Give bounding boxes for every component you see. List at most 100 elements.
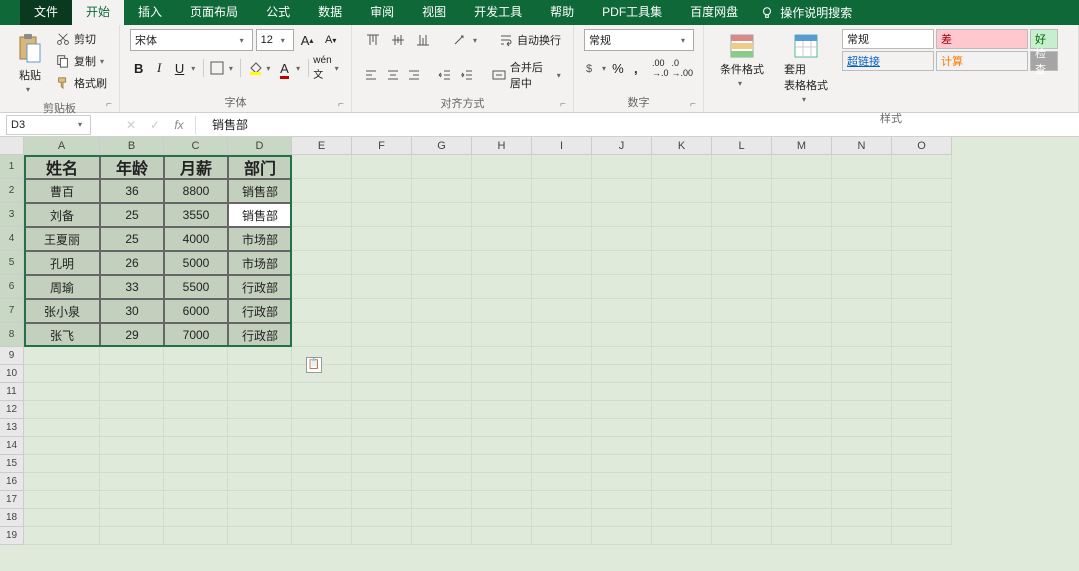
cell[interactable]	[652, 275, 712, 299]
cell[interactable]	[532, 419, 592, 437]
number-format-select[interactable]: 常规▾	[584, 29, 694, 51]
font-color-button[interactable]: A	[276, 57, 293, 79]
cell[interactable]	[164, 473, 228, 491]
cell[interactable]	[592, 203, 652, 227]
cell[interactable]	[832, 383, 892, 401]
cell[interactable]	[532, 491, 592, 509]
table-cell[interactable]: 25	[100, 227, 164, 251]
cell[interactable]	[352, 473, 412, 491]
align-top-button[interactable]	[362, 29, 384, 51]
cell[interactable]	[412, 251, 472, 275]
cell[interactable]	[352, 347, 412, 365]
cell[interactable]	[24, 437, 100, 455]
cell[interactable]	[228, 473, 292, 491]
cell[interactable]	[164, 509, 228, 527]
cell[interactable]	[592, 455, 652, 473]
cell[interactable]	[412, 401, 472, 419]
cell[interactable]	[772, 473, 832, 491]
cell[interactable]	[832, 473, 892, 491]
cell[interactable]	[772, 347, 832, 365]
cell[interactable]	[292, 347, 352, 365]
cell[interactable]	[472, 275, 532, 299]
dialog-launcher-icon[interactable]: ⌐	[690, 99, 700, 109]
table-cell[interactable]: 26	[100, 251, 164, 275]
cell[interactable]	[412, 527, 472, 545]
cell[interactable]	[292, 437, 352, 455]
cell[interactable]	[592, 527, 652, 545]
cell[interactable]	[892, 251, 952, 275]
cell[interactable]	[772, 323, 832, 347]
align-center-button[interactable]	[383, 64, 401, 86]
row-header[interactable]: 6	[0, 275, 24, 299]
cell[interactable]	[892, 383, 952, 401]
cell[interactable]	[712, 323, 772, 347]
cell[interactable]	[712, 437, 772, 455]
cell[interactable]	[472, 473, 532, 491]
cell[interactable]	[292, 419, 352, 437]
cell[interactable]	[292, 455, 352, 473]
cell[interactable]	[164, 527, 228, 545]
cell[interactable]	[472, 509, 532, 527]
table-header-cell[interactable]: 月薪	[164, 155, 228, 179]
tab-view[interactable]: 视图	[408, 0, 460, 25]
increase-font-button[interactable]: A▴	[297, 29, 318, 51]
cell[interactable]	[352, 419, 412, 437]
orientation-button[interactable]	[448, 29, 470, 51]
cell[interactable]	[652, 437, 712, 455]
cell[interactable]	[772, 365, 832, 383]
table-cell[interactable]: 29	[100, 323, 164, 347]
cell[interactable]	[292, 251, 352, 275]
col-header[interactable]: O	[892, 137, 952, 155]
tab-home[interactable]: 开始	[72, 0, 124, 25]
row-header[interactable]: 18	[0, 509, 24, 527]
table-cell[interactable]: 孔明	[24, 251, 100, 275]
cell[interactable]	[100, 437, 164, 455]
cell[interactable]	[832, 347, 892, 365]
table-cell[interactable]: 张小泉	[24, 299, 100, 323]
table-cell[interactable]: 4000	[164, 227, 228, 251]
table-cell[interactable]: 25	[100, 203, 164, 227]
cell[interactable]	[532, 179, 592, 203]
cell[interactable]	[652, 347, 712, 365]
table-cell[interactable]: 3550	[164, 203, 228, 227]
table-cell[interactable]: 曹百	[24, 179, 100, 203]
row-header[interactable]: 3	[0, 203, 24, 227]
cell[interactable]	[652, 383, 712, 401]
cell[interactable]	[100, 383, 164, 401]
row-header[interactable]: 2	[0, 179, 24, 203]
cell[interactable]	[472, 347, 532, 365]
cell[interactable]	[352, 323, 412, 347]
tab-formula[interactable]: 公式	[252, 0, 304, 25]
table-cell[interactable]: 销售部	[228, 203, 292, 227]
decrease-font-button[interactable]: A▾	[320, 29, 341, 51]
cell[interactable]	[712, 251, 772, 275]
cell[interactable]	[652, 203, 712, 227]
table-cell[interactable]: 5000	[164, 251, 228, 275]
cell[interactable]	[652, 227, 712, 251]
tab-baidu[interactable]: 百度网盘	[676, 0, 752, 25]
row-header[interactable]: 14	[0, 437, 24, 455]
cell[interactable]	[892, 323, 952, 347]
cell[interactable]	[352, 299, 412, 323]
cell[interactable]	[772, 437, 832, 455]
cell[interactable]	[652, 365, 712, 383]
cell[interactable]	[892, 155, 952, 179]
cell[interactable]	[772, 455, 832, 473]
cell[interactable]	[412, 365, 472, 383]
cell[interactable]	[292, 473, 352, 491]
cell[interactable]	[892, 179, 952, 203]
cell[interactable]	[532, 155, 592, 179]
col-header[interactable]: N	[832, 137, 892, 155]
cell[interactable]	[532, 203, 592, 227]
cell[interactable]	[652, 323, 712, 347]
cell[interactable]	[832, 509, 892, 527]
cell[interactable]	[532, 401, 592, 419]
table-cell[interactable]: 销售部	[228, 179, 292, 203]
cell[interactable]	[100, 347, 164, 365]
cell[interactable]	[592, 299, 652, 323]
cell[interactable]	[832, 299, 892, 323]
cell[interactable]	[532, 299, 592, 323]
cell[interactable]	[292, 365, 352, 383]
cell[interactable]	[772, 227, 832, 251]
tab-pdf[interactable]: PDF工具集	[588, 0, 676, 25]
